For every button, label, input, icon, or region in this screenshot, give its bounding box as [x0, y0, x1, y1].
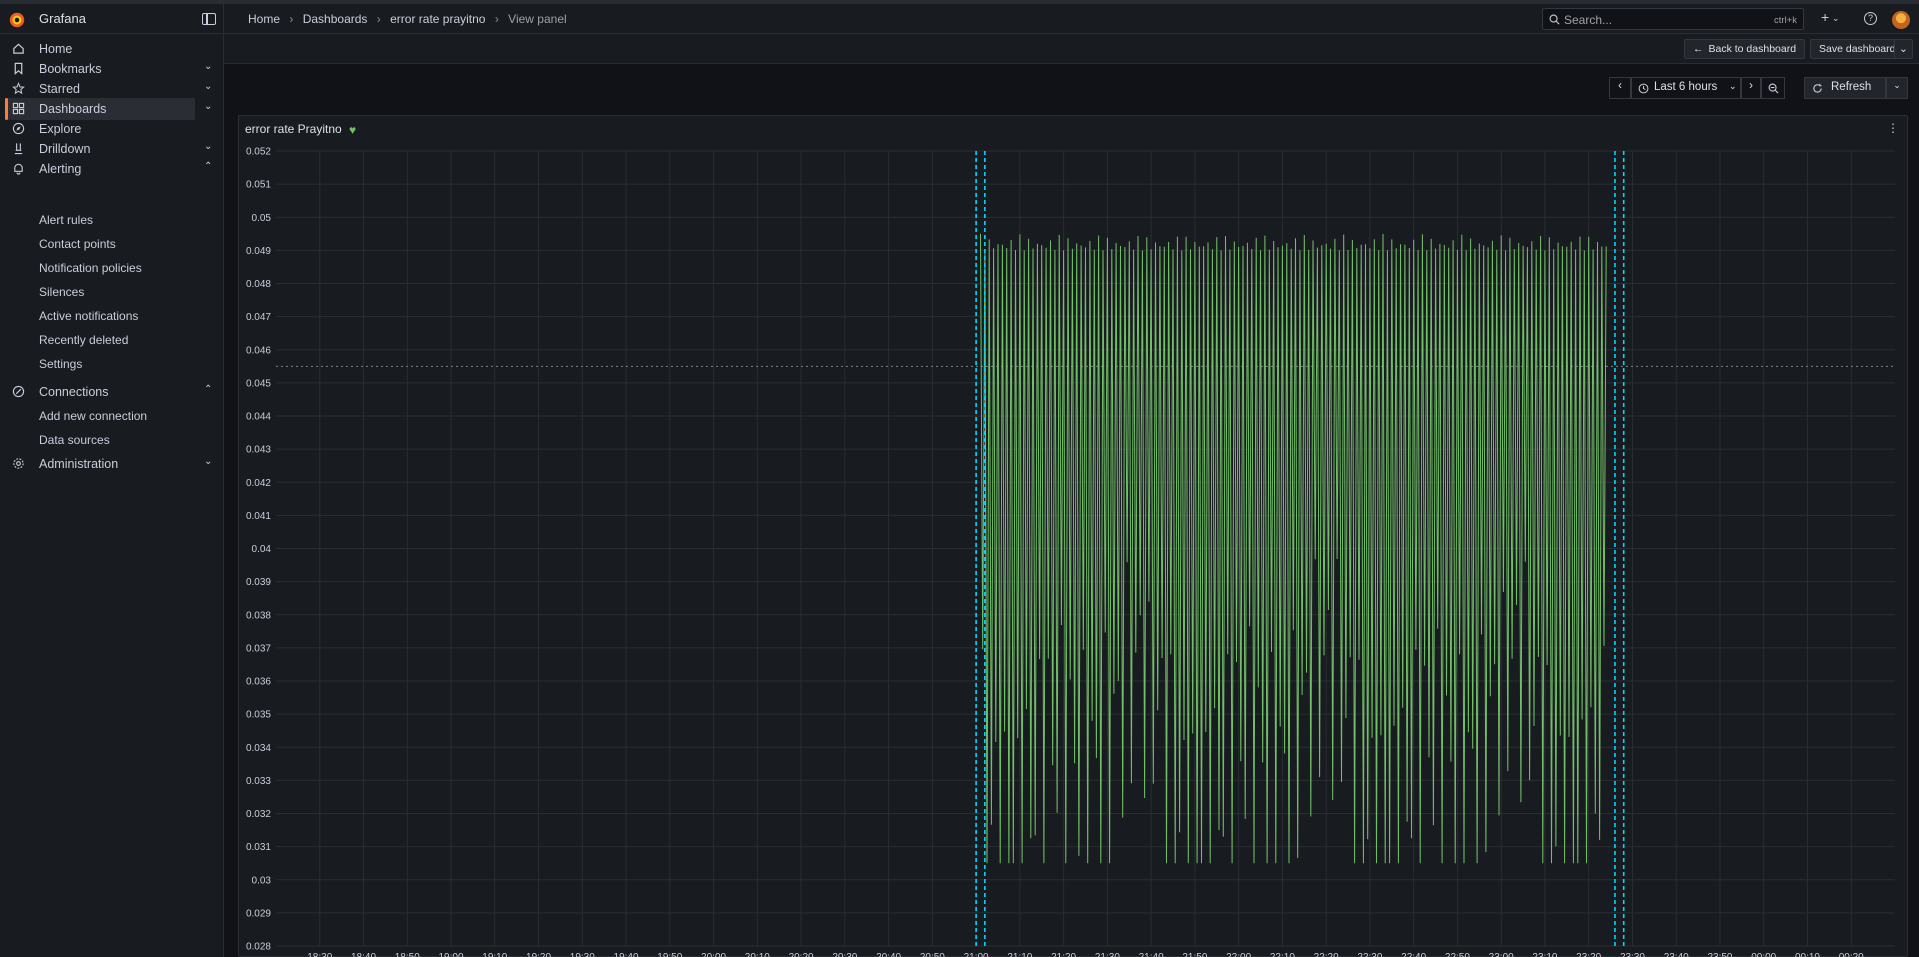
- x-tick-label: 19:50: [657, 952, 682, 957]
- y-tick-label: 0.032: [246, 809, 271, 820]
- y-tick-label: 0.049: [246, 246, 271, 257]
- x-tick-label: 23:00: [1489, 952, 1514, 957]
- x-tick-label: 00:00: [1751, 952, 1776, 957]
- x-tick-label: 21:30: [1095, 952, 1120, 957]
- y-tick-label: 0.045: [246, 378, 271, 389]
- x-tick-label: 20:30: [832, 952, 857, 957]
- y-tick-label: 0.037: [246, 643, 271, 654]
- y-tick-label: 0.042: [246, 478, 271, 489]
- y-tick-label: 0.036: [246, 677, 271, 688]
- x-tick-label: 21:50: [1182, 952, 1207, 957]
- x-tick-label: 22:40: [1401, 952, 1426, 957]
- x-tick-label: 23:20: [1576, 952, 1601, 957]
- x-tick-label: 22:00: [1226, 952, 1251, 957]
- x-tick-label: 23:10: [1532, 952, 1557, 957]
- x-tick-label: 22:50: [1445, 952, 1470, 957]
- timeseries-chart: 0.052 0.051 0.05 0.049 0.048 0.047 0.046 0.045 0…: [246, 147, 1895, 957]
- x-tick-label: 18:30: [307, 952, 332, 957]
- x-tick-label: 20:40: [876, 952, 901, 957]
- y-tick-label: 0.028: [246, 942, 271, 953]
- x-tick-label: 19:00: [439, 952, 464, 957]
- x-tick-label: 23:50: [1707, 952, 1732, 957]
- y-tick-label: 0.047: [246, 312, 271, 323]
- y-tick-label: 0.029: [246, 908, 271, 919]
- y-tick-label: 0.034: [246, 743, 271, 754]
- y-tick-label: 0.04: [252, 544, 272, 555]
- y-tick-label: 0.035: [246, 710, 271, 721]
- y-tick-label: 0.033: [246, 776, 271, 787]
- x-tick-label: 20:50: [920, 952, 945, 957]
- y-tick-label: 0.051: [246, 180, 271, 191]
- x-tick-label: 22:30: [1357, 952, 1382, 957]
- x-tick-label: 23:30: [1620, 952, 1645, 957]
- y-tick-label: 0.03: [252, 875, 272, 886]
- x-tick-label: 21:10: [1007, 952, 1032, 957]
- x-tick-label: 22:20: [1314, 952, 1339, 957]
- x-tick-label: 20:20: [789, 952, 814, 957]
- y-tick-label: 0.043: [246, 445, 271, 456]
- x-tick-label: 23:40: [1664, 952, 1689, 957]
- x-tick-label: 20:00: [701, 952, 726, 957]
- y-tick-label: 0.038: [246, 610, 271, 621]
- x-tick-label: 18:40: [351, 952, 376, 957]
- y-tick-label: 0.031: [246, 842, 271, 853]
- x-tick-label: 22:10: [1270, 952, 1295, 957]
- y-tick-label: 0.05: [252, 213, 272, 224]
- y-tick-label: 0.039: [246, 577, 271, 588]
- x-tick-label: 21:00: [964, 952, 989, 957]
- y-tick-label: 0.041: [246, 511, 271, 522]
- x-tick-label: 21:20: [1051, 952, 1076, 957]
- y-tick-label: 0.044: [246, 412, 271, 423]
- x-tick-label: 19:30: [570, 952, 595, 957]
- y-tick-label: 0.052: [246, 147, 271, 158]
- y-tick-label: 0.046: [246, 345, 271, 356]
- x-tick-label: 00:10: [1795, 952, 1820, 957]
- x-tick-label: 19:20: [526, 952, 551, 957]
- x-tick-label: 21:40: [1139, 952, 1164, 957]
- x-tick-label: 20:10: [745, 952, 770, 957]
- y-tick-label: 0.048: [246, 279, 271, 290]
- x-tick-label: 00:20: [1839, 952, 1864, 957]
- x-tick-label: 18:50: [395, 952, 420, 957]
- x-tick-label: 19:10: [482, 952, 507, 957]
- x-tick-label: 19:40: [614, 952, 639, 957]
